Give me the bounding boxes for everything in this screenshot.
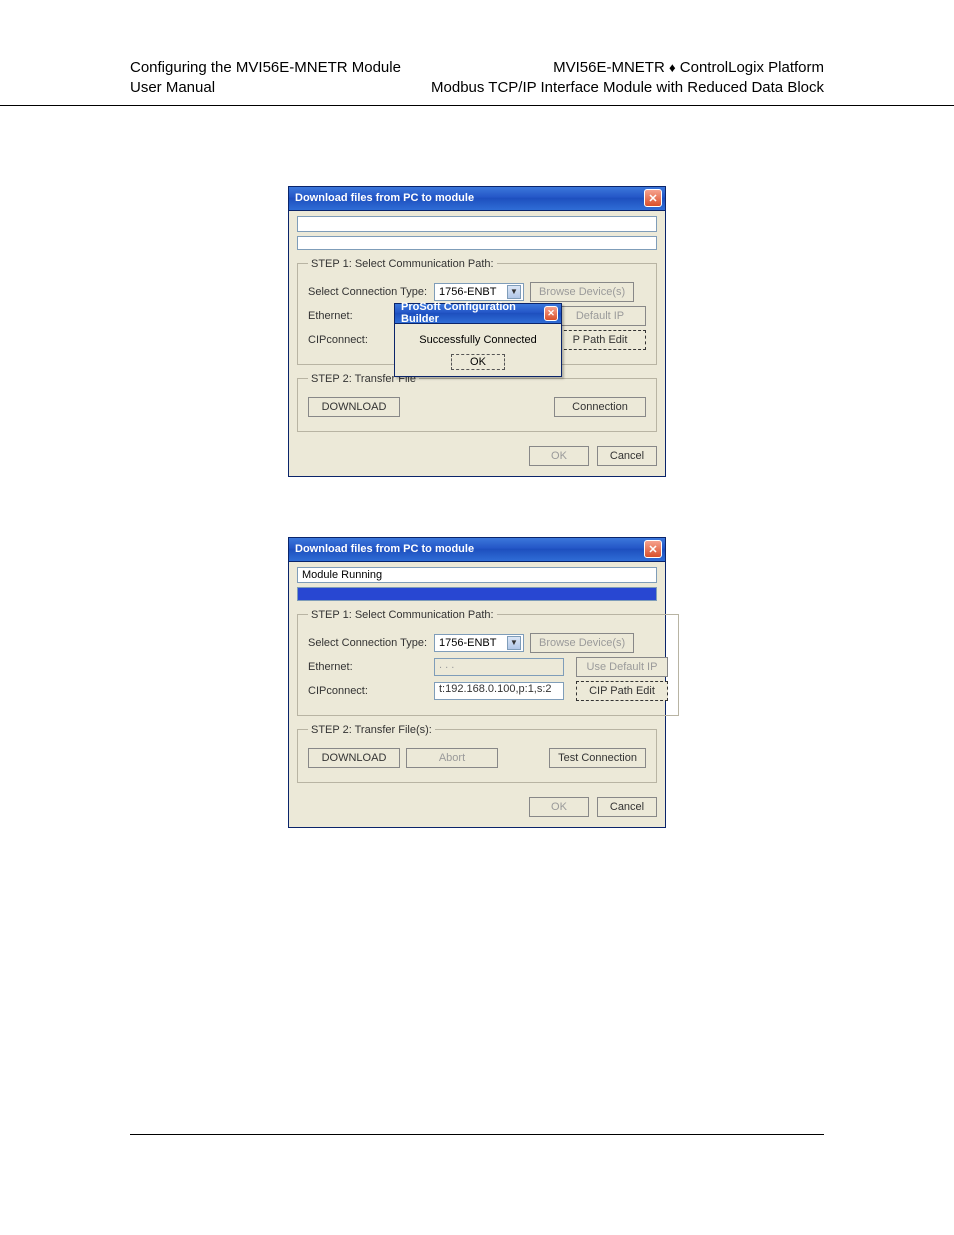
download-dialog-2: Download files from PC to module ✕ Modul… xyxy=(288,537,666,828)
default-ip-button: Default IP xyxy=(554,306,646,326)
popup-titlebar[interactable]: ProSoft Configuration Builder ✕ xyxy=(395,304,561,324)
cipconnect-field[interactable]: t:192.168.0.100,p:1,s:2 xyxy=(434,682,564,700)
close-icon[interactable]: ✕ xyxy=(544,306,558,321)
ok-button: OK xyxy=(529,797,589,817)
step2-group: STEP 2: Transfer File(s): DOWNLOAD Abort… xyxy=(297,724,657,783)
connection-type-select[interactable]: 1756-ENBT ▼ xyxy=(434,283,524,301)
connection-type-label: Select Connection Type: xyxy=(308,286,428,298)
connection-type-row: Select Connection Type: 1756-ENBT ▼ Brow… xyxy=(308,282,646,302)
step1-legend: STEP 1: Select Communication Path: xyxy=(308,258,497,270)
platform-name: ControlLogix Platform xyxy=(680,59,824,76)
browse-devices-button: Browse Device(s) xyxy=(530,282,634,302)
progress-bar xyxy=(297,236,657,250)
connection-type-value: 1756-ENBT xyxy=(439,286,496,298)
titlebar[interactable]: Download files from PC to module ✕ xyxy=(289,538,665,562)
header-right: MVI56E-MNETR ♦ ControlLogix Platform Mod… xyxy=(431,58,824,99)
product-name: MVI56E-MNETR xyxy=(553,59,665,76)
dialog-body: Module Running STEP 1: Select Communicat… xyxy=(289,562,665,827)
default-ip-button: Use Default IP xyxy=(576,657,668,677)
page-header: Configuring the MVI56E-MNETR Module User… xyxy=(0,0,954,106)
header-left: Configuring the MVI56E-MNETR Module User… xyxy=(130,58,401,99)
test-connection-button[interactable]: Connection xyxy=(554,397,646,417)
progress-bar xyxy=(297,587,657,601)
footer-rule xyxy=(130,1134,824,1135)
cancel-button[interactable]: Cancel xyxy=(597,797,657,817)
transfer-row: DOWNLOAD Abort Test Connection xyxy=(308,748,646,768)
cip-path-edit-button[interactable]: CIP Path Edit xyxy=(576,681,668,701)
download-button[interactable]: DOWNLOAD xyxy=(308,748,400,768)
connection-type-value: 1756-ENBT xyxy=(439,637,496,649)
header-right-line2: Modbus TCP/IP Interface Module with Redu… xyxy=(431,78,824,98)
dialog-buttons: OK Cancel xyxy=(297,791,657,817)
abort-button: Abort xyxy=(406,748,498,768)
download-button[interactable]: DOWNLOAD xyxy=(308,397,400,417)
ok-button: OK xyxy=(529,446,589,466)
close-icon[interactable]: ✕ xyxy=(644,540,662,558)
diamond-icon: ♦ xyxy=(669,60,676,75)
header-left-line2: User Manual xyxy=(130,78,401,98)
connection-type-select[interactable]: 1756-ENBT ▼ xyxy=(434,634,524,652)
step1-legend: STEP 1: Select Communication Path: xyxy=(308,609,497,621)
header-left-line1: Configuring the MVI56E-MNETR Module xyxy=(130,58,401,78)
dialog-buttons: OK Cancel xyxy=(297,440,657,466)
header-right-line1: MVI56E-MNETR ♦ ControlLogix Platform xyxy=(431,58,824,78)
step2-legend: STEP 2: Transfer File(s): xyxy=(308,724,435,736)
popup-message: Successfully Connected xyxy=(401,334,555,346)
dialog-title: Download files from PC to module xyxy=(295,543,474,555)
ethernet-label: Ethernet: xyxy=(308,661,428,673)
connection-type-row: Select Connection Type: 1756-ENBT ▼ Brow… xyxy=(308,633,668,653)
titlebar[interactable]: Download files from PC to module ✕ xyxy=(289,187,665,211)
status-field xyxy=(297,216,657,232)
dialog-body: STEP 1: Select Communication Path: Selec… xyxy=(289,211,665,476)
browse-devices-button: Browse Device(s) xyxy=(530,633,634,653)
cipconnect-row: CIPconnect: t:192.168.0.100,p:1,s:2 CIP … xyxy=(308,681,668,701)
step1-group: STEP 1: Select Communication Path: Selec… xyxy=(297,258,657,365)
message-popup: ProSoft Configuration Builder ✕ Successf… xyxy=(394,303,562,377)
step2-group: STEP 2: Transfer File DOWNLOAD Connectio… xyxy=(297,373,657,432)
chevron-down-icon[interactable]: ▼ xyxy=(507,636,521,650)
close-icon[interactable]: ✕ xyxy=(644,189,662,207)
test-connection-button[interactable]: Test Connection xyxy=(549,748,646,768)
ethernet-row: Ethernet: . . . Use Default IP xyxy=(308,657,668,677)
cip-path-edit-button[interactable]: P Path Edit xyxy=(554,330,646,350)
ethernet-field: . . . xyxy=(434,658,564,676)
dialog-title: Download files from PC to module xyxy=(295,192,474,204)
connection-type-label: Select Connection Type: xyxy=(308,637,428,649)
status-field: Module Running xyxy=(297,567,657,583)
step1-group: STEP 1: Select Communication Path: Selec… xyxy=(297,609,679,716)
cancel-button[interactable]: Cancel xyxy=(597,446,657,466)
popup-body: Successfully Connected OK xyxy=(395,324,561,376)
popup-ok-button[interactable]: OK xyxy=(451,354,505,370)
chevron-down-icon[interactable]: ▼ xyxy=(507,285,521,299)
cipconnect-label: CIPconnect: xyxy=(308,685,428,697)
transfer-row: DOWNLOAD Connection xyxy=(308,397,646,417)
popup-title: ProSoft Configuration Builder xyxy=(401,301,544,325)
download-dialog-1: Download files from PC to module ✕ STEP … xyxy=(288,186,666,477)
